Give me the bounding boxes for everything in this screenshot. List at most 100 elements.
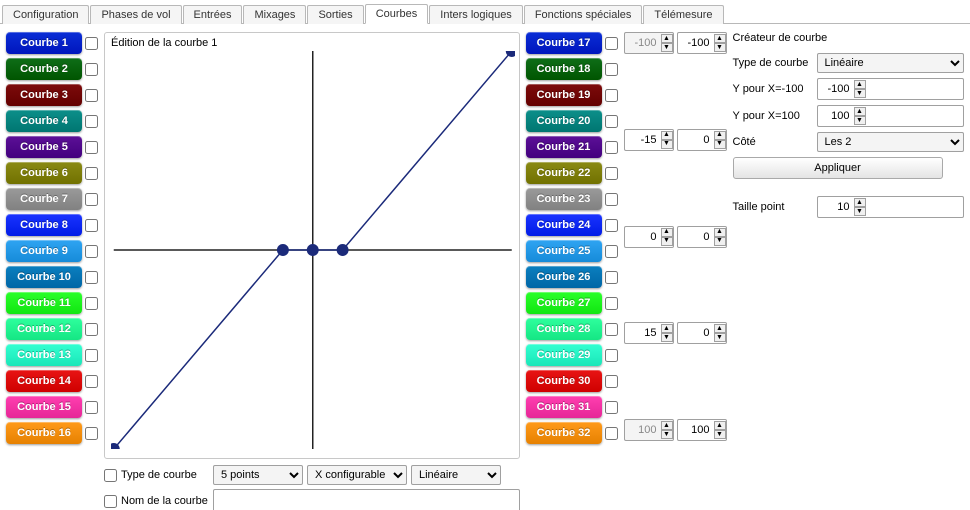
curve-plot-checkbox[interactable] bbox=[605, 349, 618, 362]
curve-plot-checkbox[interactable] bbox=[85, 401, 98, 414]
curve-plot-checkbox[interactable] bbox=[85, 219, 98, 232]
curve-plot-checkbox[interactable] bbox=[85, 37, 98, 50]
spin-down-icon[interactable]: ▼ bbox=[661, 333, 673, 342]
curve-plot-checkbox[interactable] bbox=[605, 37, 618, 50]
curve-plot-checkbox[interactable] bbox=[85, 323, 98, 336]
spin-down-icon[interactable]: ▼ bbox=[714, 237, 726, 246]
curve-button[interactable]: Courbe 6 bbox=[6, 162, 82, 184]
spin-down-icon[interactable]: ▼ bbox=[661, 140, 673, 149]
curve-name-input[interactable] bbox=[213, 489, 520, 510]
tab-fonctions-spéciales[interactable]: Fonctions spéciales bbox=[524, 5, 643, 24]
curve-button[interactable]: Courbe 28 bbox=[526, 318, 602, 340]
point-y-spin[interactable]: ▲▼ bbox=[677, 226, 727, 248]
curve-button[interactable]: Courbe 3 bbox=[6, 84, 82, 106]
curve-button[interactable]: Courbe 23 bbox=[526, 188, 602, 210]
spin-up-icon[interactable]: ▲ bbox=[661, 324, 673, 333]
curve-plot-checkbox[interactable] bbox=[85, 245, 98, 258]
tab-configuration[interactable]: Configuration bbox=[2, 5, 89, 24]
curve-button[interactable]: Courbe 32 bbox=[526, 422, 602, 444]
tab-inters-logiques[interactable]: Inters logiques bbox=[429, 5, 523, 24]
curve-button[interactable]: Courbe 30 bbox=[526, 370, 602, 392]
point-y-spin[interactable]: ▲▼ bbox=[677, 129, 727, 151]
curve-button[interactable]: Courbe 10 bbox=[6, 266, 82, 288]
curve-button[interactable]: Courbe 2 bbox=[6, 58, 82, 80]
spin-up-icon[interactable]: ▲ bbox=[714, 324, 726, 333]
curve-plot-checkbox[interactable] bbox=[605, 219, 618, 232]
curve-button[interactable]: Courbe 27 bbox=[526, 292, 602, 314]
curve-plot-checkbox[interactable] bbox=[605, 115, 618, 128]
curve-plot-checkbox[interactable] bbox=[605, 141, 618, 154]
curve-button[interactable]: Courbe 18 bbox=[526, 58, 602, 80]
spin-up-icon[interactable]: ▲ bbox=[714, 228, 726, 237]
yminus-spin[interactable]: ▲▼ bbox=[817, 78, 965, 100]
curve-plot-checkbox[interactable] bbox=[605, 271, 618, 284]
curve-button[interactable]: Courbe 25 bbox=[526, 240, 602, 262]
tab-entrées[interactable]: Entrées bbox=[183, 5, 243, 24]
curve-button[interactable]: Courbe 9 bbox=[6, 240, 82, 262]
curve-button[interactable]: Courbe 12 bbox=[6, 318, 82, 340]
spin-down-icon[interactable]: ▼ bbox=[854, 89, 866, 98]
curve-plot-checkbox[interactable] bbox=[85, 141, 98, 154]
curve-plot-checkbox[interactable] bbox=[605, 297, 618, 310]
curve-plot-checkbox[interactable] bbox=[85, 271, 98, 284]
curve-plot-checkbox[interactable] bbox=[605, 193, 618, 206]
curve-plot-checkbox[interactable] bbox=[85, 63, 98, 76]
curve-button[interactable]: Courbe 31 bbox=[526, 396, 602, 418]
curve-button[interactable]: Courbe 4 bbox=[6, 110, 82, 132]
curve-plot-checkbox[interactable] bbox=[605, 375, 618, 388]
curve-plot-checkbox[interactable] bbox=[605, 89, 618, 102]
tab-sorties[interactable]: Sorties bbox=[307, 5, 363, 24]
point-y-spin[interactable]: ▲▼ bbox=[677, 32, 727, 54]
tab-phases-de-vol[interactable]: Phases de vol bbox=[90, 5, 181, 24]
curve-plot-checkbox[interactable] bbox=[605, 245, 618, 258]
smoothing-select[interactable]: Linéaire bbox=[411, 465, 501, 485]
spin-up-icon[interactable]: ▲ bbox=[714, 34, 726, 43]
curve-plot-checkbox[interactable] bbox=[85, 115, 98, 128]
spin-down-icon[interactable]: ▼ bbox=[854, 116, 866, 125]
creator-type-select[interactable]: Linéaire bbox=[817, 53, 965, 73]
curve-point[interactable] bbox=[337, 244, 349, 256]
curve-plot-checkbox[interactable] bbox=[85, 375, 98, 388]
curve-type-check[interactable] bbox=[104, 469, 117, 482]
spin-up-icon[interactable]: ▲ bbox=[714, 421, 726, 430]
curve-button[interactable]: Courbe 1 bbox=[6, 32, 82, 54]
curve-point[interactable] bbox=[307, 244, 319, 256]
point-x-spin[interactable]: ▲▼ bbox=[624, 322, 674, 344]
curve-button[interactable]: Courbe 20 bbox=[526, 110, 602, 132]
curve-plot-checkbox[interactable] bbox=[85, 297, 98, 310]
curve-button[interactable]: Courbe 5 bbox=[6, 136, 82, 158]
spin-down-icon[interactable]: ▼ bbox=[714, 333, 726, 342]
curve-point[interactable] bbox=[277, 244, 289, 256]
curve-plot-checkbox[interactable] bbox=[85, 193, 98, 206]
side-select[interactable]: Les 2 bbox=[817, 132, 965, 152]
spin-up-icon[interactable]: ▲ bbox=[854, 80, 866, 89]
curve-button[interactable]: Courbe 17 bbox=[526, 32, 602, 54]
apply-button[interactable]: Appliquer bbox=[733, 157, 943, 179]
curve-plot-checkbox[interactable] bbox=[85, 427, 98, 440]
curve-name-check[interactable] bbox=[104, 495, 117, 508]
point-x-spin[interactable]: ▲▼ bbox=[624, 129, 674, 151]
yplus-spin[interactable]: ▲▼ bbox=[817, 105, 965, 127]
spin-up-icon[interactable]: ▲ bbox=[714, 131, 726, 140]
curve-button[interactable]: Courbe 7 bbox=[6, 188, 82, 210]
curve-button[interactable]: Courbe 22 bbox=[526, 162, 602, 184]
tab-mixages[interactable]: Mixages bbox=[243, 5, 306, 24]
curve-button[interactable]: Courbe 16 bbox=[6, 422, 82, 444]
spin-up-icon[interactable]: ▲ bbox=[661, 228, 673, 237]
curve-plot-checkbox[interactable] bbox=[605, 63, 618, 76]
point-x-spin[interactable]: ▲▼ bbox=[624, 226, 674, 248]
curve-plot-checkbox[interactable] bbox=[85, 167, 98, 180]
spin-up-icon[interactable]: ▲ bbox=[854, 107, 866, 116]
curve-plot-checkbox[interactable] bbox=[605, 323, 618, 336]
curve-button[interactable]: Courbe 14 bbox=[6, 370, 82, 392]
curve-plot-checkbox[interactable] bbox=[605, 167, 618, 180]
spin-down-icon[interactable]: ▼ bbox=[661, 237, 673, 246]
curve-button[interactable]: Courbe 8 bbox=[6, 214, 82, 236]
curve-points-select[interactable]: 5 points bbox=[213, 465, 303, 485]
curve-plot-checkbox[interactable] bbox=[605, 427, 618, 440]
curve-plot-checkbox[interactable] bbox=[85, 89, 98, 102]
curve-plot-checkbox[interactable] bbox=[605, 401, 618, 414]
curve-button[interactable]: Courbe 24 bbox=[526, 214, 602, 236]
spin-up-icon[interactable]: ▲ bbox=[854, 198, 866, 207]
x-mode-select[interactable]: X configurable bbox=[307, 465, 407, 485]
